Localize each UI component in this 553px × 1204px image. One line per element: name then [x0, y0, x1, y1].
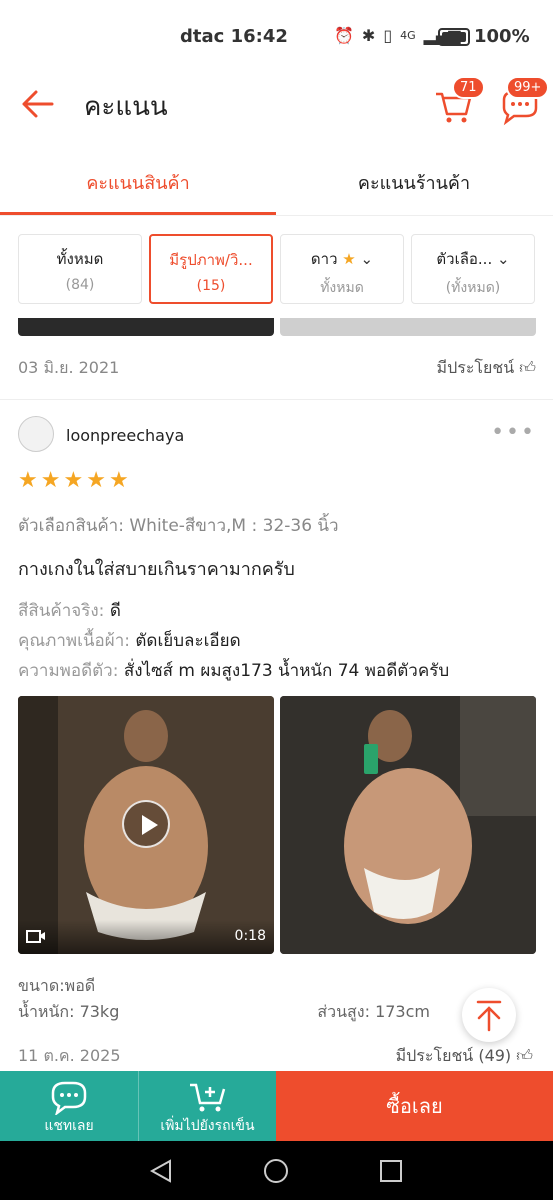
fit-info: ขนาด:พอดี น้ำหนัก: 73kg ส่วนสูง: 173cm	[18, 974, 536, 1021]
prev-review-media	[18, 318, 536, 336]
add-to-cart-label: เพิ่มไปยังรถเข็น	[160, 1118, 255, 1134]
tab-shop-rating[interactable]: คะแนนร้านค้า	[276, 168, 552, 197]
filter-count: (15)	[196, 278, 226, 294]
chevron-down-icon: ⌄	[360, 250, 374, 268]
filter-label: มีรูปภาพ/วิ...	[169, 251, 253, 269]
reviewer-height: ส่วนสูง: 173cm	[317, 1002, 430, 1021]
size-fit: ขนาด:พอดี	[18, 976, 96, 995]
filter-count: (84)	[65, 277, 95, 293]
vibrate-icon: ▯	[383, 26, 393, 45]
review-divider	[0, 399, 553, 400]
chat-icon	[51, 1081, 87, 1117]
battery-percent: 100%	[474, 26, 530, 47]
filter-all[interactable]: ทั้งหมด (84)	[18, 234, 142, 304]
cart-button[interactable]: 71	[432, 76, 485, 126]
avatar[interactable]	[18, 416, 54, 452]
review-date: 11 ต.ค. 2025	[18, 1046, 121, 1065]
helpful-label: มีประโยชน์	[436, 358, 515, 377]
filter-count: (ทั้งหมด)	[445, 280, 501, 296]
video-camera-icon	[26, 930, 45, 943]
review-photo	[280, 696, 536, 954]
tab-underline	[0, 212, 276, 215]
helpful-button[interactable]: มีประโยชน์ (49) 👍︎	[396, 1044, 533, 1069]
play-icon[interactable]	[122, 800, 170, 848]
chat-button[interactable]: 99+	[498, 76, 550, 126]
star-icon: ★	[40, 468, 61, 493]
review-video-thumbnail[interactable]: 0:18	[18, 696, 274, 954]
carrier-name: dtac	[180, 26, 225, 47]
add-cart-icon	[189, 1083, 225, 1112]
filter-stars[interactable]: ดาว ★ ⌄ ทั้งหมด	[280, 234, 404, 304]
review-media: 0:18	[18, 696, 536, 954]
chevron-down-icon: ⌄	[497, 250, 510, 268]
chat-now-label: แชทเลย	[44, 1118, 94, 1134]
star-icon: ★	[342, 250, 356, 268]
chat-now-button[interactable]: แชทเลย	[0, 1071, 138, 1141]
star-icon: ★	[108, 468, 129, 493]
product-variant: ตัวเลือกสินค้า: White-สีขาว,M : 32-36 นิ…	[18, 516, 339, 536]
buy-now-button[interactable]: ซื้อเลย	[276, 1071, 553, 1141]
status-carrier-time: dtac 16:42	[180, 26, 288, 47]
nav-back-icon[interactable]	[149, 1159, 171, 1183]
prev-image-thumbnail[interactable]	[280, 318, 536, 336]
thumbs-up-icon: 👍︎	[519, 358, 536, 377]
prev-video-thumbnail[interactable]	[18, 318, 274, 336]
alarm-icon: ⏰	[334, 26, 354, 45]
thumbs-up-icon: 👍︎	[516, 1046, 533, 1065]
star-icon: ★	[63, 468, 84, 493]
chat-badge: 99+	[506, 76, 550, 99]
helpful-button[interactable]: มีประโยชน์ 👍︎	[437, 356, 536, 381]
review-comment: กางเกงในใส่สบายเกินราคามากครับ	[18, 559, 295, 580]
filter-count: ทั้งหมด	[320, 280, 364, 296]
review-image-thumbnail[interactable]	[280, 696, 536, 954]
nav-recents-icon[interactable]	[380, 1160, 402, 1182]
page-title: คะแนน	[84, 92, 168, 122]
attribute-row: ความพอดีตัว: สั่งไซส์ m ผมสูง173 น้ำหนัก…	[18, 661, 450, 681]
filter-label: ทั้งหมด	[56, 250, 104, 268]
filter-label: ตัวเลือ...	[436, 250, 493, 268]
tab-product-rating[interactable]: คะแนนสินค้า	[0, 168, 276, 197]
arrow-up-icon	[476, 1000, 502, 1032]
filter-label: ดาว	[310, 250, 338, 268]
filter-with-media[interactable]: มีรูปภาพ/วิ... (15)	[149, 234, 273, 304]
add-to-cart-button[interactable]: เพิ่มไปยังรถเข็น	[138, 1071, 276, 1141]
attribute-row: สีสินค้าจริง: ดี	[18, 601, 121, 621]
status-bar: dtac 16:42 ⏰ ✱ ▯ 4G ▂▄▆ 100%	[0, 0, 553, 72]
back-arrow-icon[interactable]	[18, 84, 58, 124]
reviewer-name: loonpreechaya	[66, 426, 185, 445]
bottom-action-bar: แชทเลย เพิ่มไปยังรถเข็น ซื้อเลย	[0, 1071, 553, 1141]
star-icon: ★	[86, 468, 106, 493]
nav-home-icon[interactable]	[264, 1159, 288, 1183]
star-icon: ★	[18, 468, 38, 493]
more-options-icon[interactable]: •••	[491, 420, 536, 445]
prev-review-footer: 03 มิ.ย. 2021 มีประโยชน์ 👍︎	[18, 356, 536, 382]
cart-badge: 71	[452, 76, 485, 99]
reviewer-weight: น้ำหนัก: 73kg	[18, 1002, 120, 1021]
rating-tabs: คะแนนสินค้า คะแนนร้านค้า	[0, 148, 553, 216]
helpful-label: มีประโยชน์ (49)	[395, 1046, 512, 1065]
app-header: คะแนน 71 99+	[0, 72, 553, 140]
filter-row: ทั้งหมด (84) มีรูปภาพ/วิ... (15) ดาว ★ ⌄…	[0, 232, 553, 306]
attribute-row: คุณภาพเนื้อผ้า: ตัดเย็บละเอียด	[18, 631, 241, 651]
rating-stars: ★ ★ ★ ★ ★	[18, 468, 129, 493]
battery-indicator: 100%	[438, 26, 530, 47]
video-duration: 0:18	[234, 928, 266, 944]
filter-variant[interactable]: ตัวเลือ... ⌄ (ทั้งหมด)	[411, 234, 535, 304]
bluetooth-icon: ✱	[361, 26, 376, 45]
battery-icon	[438, 27, 470, 46]
review-attributes: สีสินค้าจริง: ดี คุณภาพเนื้อผ้า: ตัดเย็บ…	[18, 596, 449, 686]
prev-review-date: 03 มิ.ย. 2021	[18, 358, 120, 377]
clock: 16:42	[230, 26, 288, 47]
scroll-to-top-button[interactable]	[462, 988, 516, 1042]
system-nav-bar	[0, 1141, 553, 1200]
network-type: 4G	[400, 29, 416, 42]
